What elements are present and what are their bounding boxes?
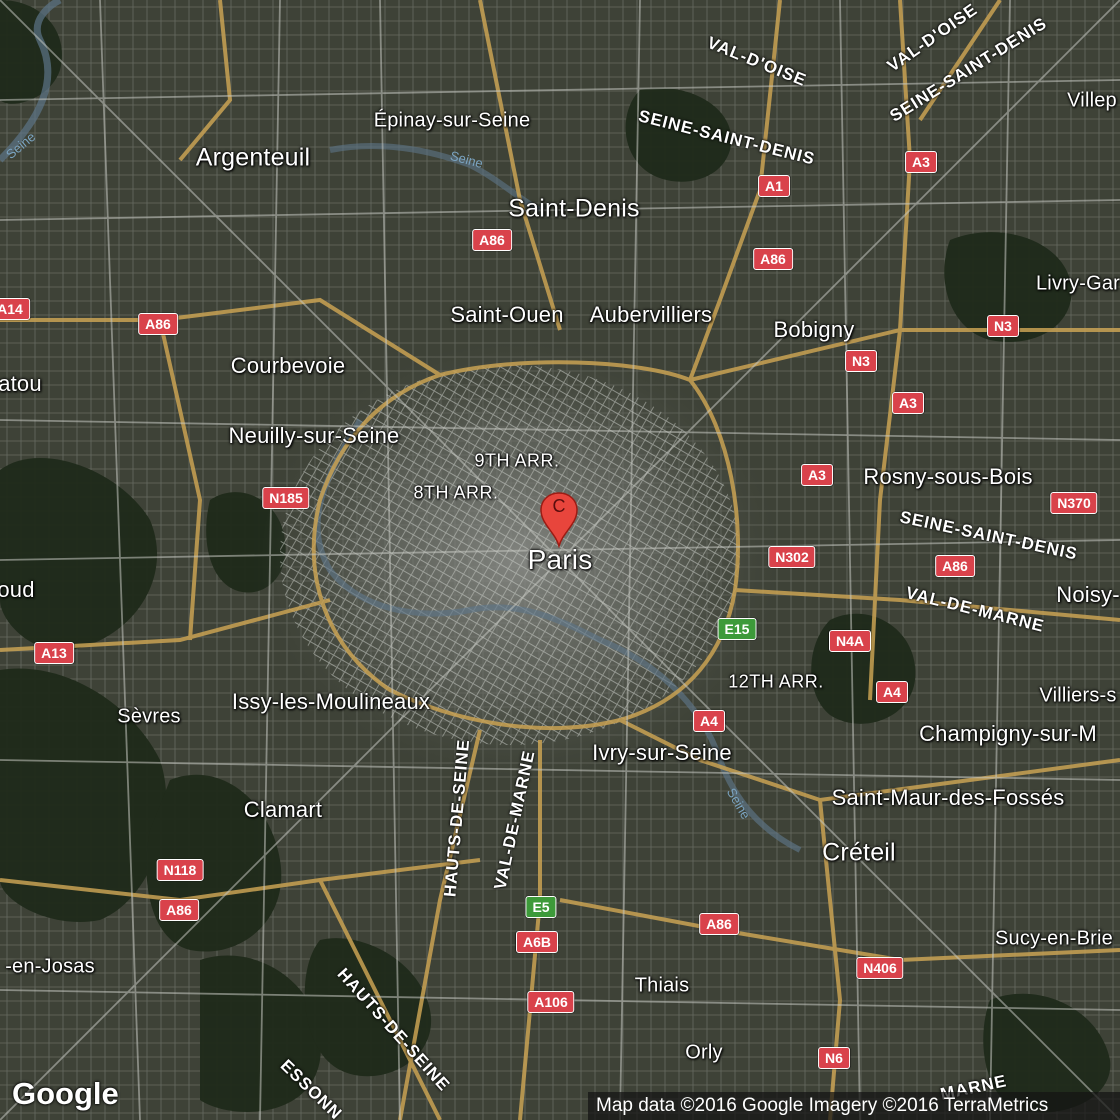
road-shield-n118: N118 [156, 859, 204, 881]
place-label-aubervilliers[interactable]: Aubervilliers [590, 302, 712, 328]
road-shield-a86: A86 [753, 248, 793, 270]
place-label-rosny-sous-bois[interactable]: Rosny-sous-Bois [863, 464, 1032, 490]
place-label-creteil[interactable]: Créteil [822, 839, 896, 868]
place-label-sucy-en-brie[interactable]: Sucy-en-Brie [995, 928, 1113, 951]
place-label-villepinte[interactable]: Villep [1067, 90, 1117, 113]
road-shield-a14: A14 [0, 298, 30, 320]
road-shield-a86: A86 [138, 313, 178, 335]
road-shield-a3: A3 [905, 151, 937, 173]
place-label-livry-gargan[interactable]: Livry-Gar [1036, 273, 1120, 296]
place-label-courbevoie[interactable]: Courbevoie [231, 353, 346, 379]
road-shield-a106: A106 [527, 991, 575, 1013]
road-shield-n3: N3 [845, 350, 877, 372]
place-label-noisy[interactable]: Noisy- [1056, 582, 1120, 608]
place-label-bobigny[interactable]: Bobigny [774, 317, 855, 343]
road-shield-a3: A3 [892, 392, 924, 414]
map-attribution[interactable]: Map data ©2016 Google Imagery ©2016 Terr… [588, 1092, 1120, 1120]
road-shield-e15: E15 [717, 618, 757, 640]
place-label-saint-ouen[interactable]: Saint-Ouen [450, 302, 563, 328]
place-label-12th-arr[interactable]: 12TH ARR. [728, 672, 824, 693]
road-shield-n6: N6 [818, 1047, 850, 1069]
place-label-champigny[interactable]: Champigny-sur-M [919, 721, 1097, 747]
place-label-neuilly-sur-seine[interactable]: Neuilly-sur-Seine [229, 423, 400, 449]
road-shield-a6b: A6B [515, 931, 559, 953]
place-label-8th-arr[interactable]: 8TH ARR. [413, 483, 498, 504]
road-shield-n3: N3 [987, 315, 1019, 337]
road-shield-e5: E5 [525, 896, 557, 918]
road-shield-n302: N302 [768, 546, 816, 568]
place-label-saint-cloud[interactable]: oud [0, 577, 35, 603]
road-shield-a13: A13 [34, 642, 74, 664]
place-label-issy-les-moulineaux[interactable]: Issy-les-Moulineaux [232, 689, 430, 715]
road-shield-n406: N406 [856, 957, 904, 979]
place-label-orly[interactable]: Orly [685, 1042, 722, 1065]
road-shield-a86: A86 [159, 899, 199, 921]
place-label-9th-arr[interactable]: 9TH ARR. [474, 451, 559, 472]
place-label-jouy-en-josas[interactable]: -en-Josas [5, 956, 95, 979]
road-shield-a4: A4 [693, 710, 725, 732]
marker-letter: C [552, 496, 566, 516]
location-marker[interactable]: C [539, 492, 579, 549]
road-shield-a3: A3 [801, 464, 833, 486]
map-canvas[interactable]: Épinay-sur-Seine Argenteuil Saint-Denis … [0, 0, 1120, 1120]
place-label-saint-denis[interactable]: Saint-Denis [508, 195, 639, 224]
road-shield-a4: A4 [876, 681, 908, 703]
road-shield-a86: A86 [935, 555, 975, 577]
place-label-paris[interactable]: Paris [528, 544, 593, 576]
road-shield-a1: A1 [758, 175, 790, 197]
place-label-epinay-sur-seine[interactable]: Épinay-sur-Seine [374, 110, 531, 133]
place-label-clamart[interactable]: Clamart [244, 797, 322, 823]
road-shield-a86: A86 [472, 229, 512, 251]
road-shield-n185: N185 [262, 487, 310, 509]
place-label-thiais[interactable]: Thiais [635, 975, 690, 998]
road-shield-n370: N370 [1050, 492, 1098, 514]
place-label-saint-maur-des-fosses[interactable]: Saint-Maur-des-Fossés [832, 785, 1065, 811]
place-label-chatou[interactable]: atou [0, 371, 42, 397]
place-label-sevres[interactable]: Sèvres [117, 706, 180, 729]
road-shield-a86: A86 [699, 913, 739, 935]
place-label-villiers[interactable]: Villiers-s [1039, 685, 1116, 708]
place-label-argenteuil[interactable]: Argenteuil [196, 144, 311, 173]
google-logo[interactable]: Google [12, 1076, 119, 1112]
road-shield-n4a: N4A [828, 630, 872, 652]
place-label-ivry-sur-seine[interactable]: Ivry-sur-Seine [592, 740, 732, 766]
